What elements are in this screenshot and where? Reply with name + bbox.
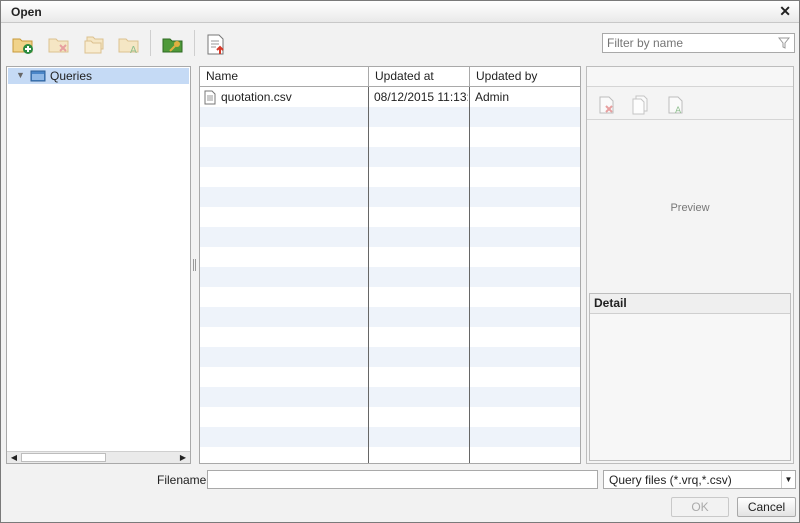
- table-row: [200, 247, 580, 267]
- chevron-down-icon[interactable]: ▼: [781, 471, 795, 488]
- table-row: [200, 407, 580, 427]
- preview-label: Preview: [670, 202, 710, 214]
- new-folder-icon[interactable]: [11, 32, 35, 56]
- tree-item-label: Queries: [50, 69, 93, 83]
- table-row: [200, 207, 580, 227]
- file-updated-at: 08/12/2015 11:13:4: [374, 90, 468, 104]
- svg-text:A: A: [130, 45, 137, 56]
- folder-key-icon[interactable]: [161, 32, 185, 56]
- column-header-updated-by[interactable]: Updated by: [470, 67, 580, 87]
- table-row: [200, 307, 580, 327]
- table-row: [200, 427, 580, 447]
- file-type-select[interactable]: Query files (*.vrq,*.csv) ▼: [603, 470, 796, 489]
- column-header-name[interactable]: Name: [200, 67, 369, 87]
- rename-file-icon[interactable]: A: [666, 95, 686, 116]
- filename-input[interactable]: [207, 470, 598, 489]
- table-row: [200, 127, 580, 147]
- file-name: quotation.csv: [221, 90, 292, 104]
- filter-box: [602, 33, 795, 53]
- table-row: [200, 447, 580, 463]
- toolbar-separator: [194, 30, 195, 56]
- tree-item-queries[interactable]: ▼ Queries: [8, 68, 189, 84]
- detail-header: Detail: [590, 294, 790, 314]
- funnel-icon[interactable]: [777, 37, 791, 52]
- expand-arrow-icon[interactable]: ▼: [16, 70, 25, 80]
- panel-splitter[interactable]: [193, 259, 197, 271]
- file-list: Name Updated at Updated by quotation.csv…: [199, 66, 581, 464]
- rename-folder-icon[interactable]: A: [117, 32, 141, 56]
- detail-box: Detail: [589, 293, 791, 461]
- ok-button[interactable]: OK: [671, 497, 729, 517]
- file-row-quotation[interactable]: quotation.csv 08/12/2015 11:13:4 Admin: [200, 87, 580, 107]
- copy-folder-icon[interactable]: [83, 32, 107, 56]
- column-header-updated-at[interactable]: Updated at: [369, 67, 470, 87]
- table-row: [200, 167, 580, 187]
- folder-tree: ▼ Queries ◀ ▶: [6, 66, 191, 464]
- open-dialog: Open ✕ A ▼: [0, 0, 800, 523]
- tree-horizontal-scrollbar[interactable]: ◀ ▶: [7, 451, 190, 463]
- cancel-button[interactable]: Cancel: [737, 497, 796, 517]
- title-bar: Open ✕: [1, 1, 799, 23]
- table-row: [200, 387, 580, 407]
- delete-file-icon[interactable]: [597, 95, 617, 115]
- close-icon[interactable]: ✕: [779, 3, 791, 20]
- table-row: [200, 367, 580, 387]
- file-type-selected: Query files (*.vrq,*.csv): [609, 473, 732, 487]
- toolbar-separator: [150, 30, 151, 56]
- file-updated-by: Admin: [475, 90, 510, 104]
- folder-icon: [30, 69, 46, 85]
- table-row: [200, 347, 580, 367]
- table-row: [200, 327, 580, 347]
- scroll-right-icon[interactable]: ▶: [177, 452, 189, 463]
- table-row: [200, 107, 580, 127]
- table-row: [200, 187, 580, 207]
- filter-input[interactable]: [603, 34, 773, 52]
- table-row: [200, 227, 580, 247]
- table-row: [200, 147, 580, 167]
- table-row: [200, 287, 580, 307]
- preview-panel: A Preview Detail: [586, 66, 794, 464]
- filename-label: Filename: [157, 473, 207, 487]
- svg-text:A: A: [675, 106, 682, 115]
- dialog-title: Open: [11, 5, 42, 19]
- preview-toolbar: A: [587, 88, 793, 120]
- scroll-left-icon[interactable]: ◀: [8, 452, 20, 463]
- table-row: [200, 267, 580, 287]
- preview-panel-header: [587, 67, 793, 87]
- delete-folder-icon[interactable]: [47, 32, 71, 56]
- file-icon: [204, 87, 218, 107]
- column-divider: [368, 87, 369, 463]
- scroll-thumb[interactable]: [21, 453, 106, 462]
- upload-icon[interactable]: [204, 32, 228, 56]
- column-divider: [469, 87, 470, 463]
- copy-file-icon[interactable]: [631, 95, 651, 115]
